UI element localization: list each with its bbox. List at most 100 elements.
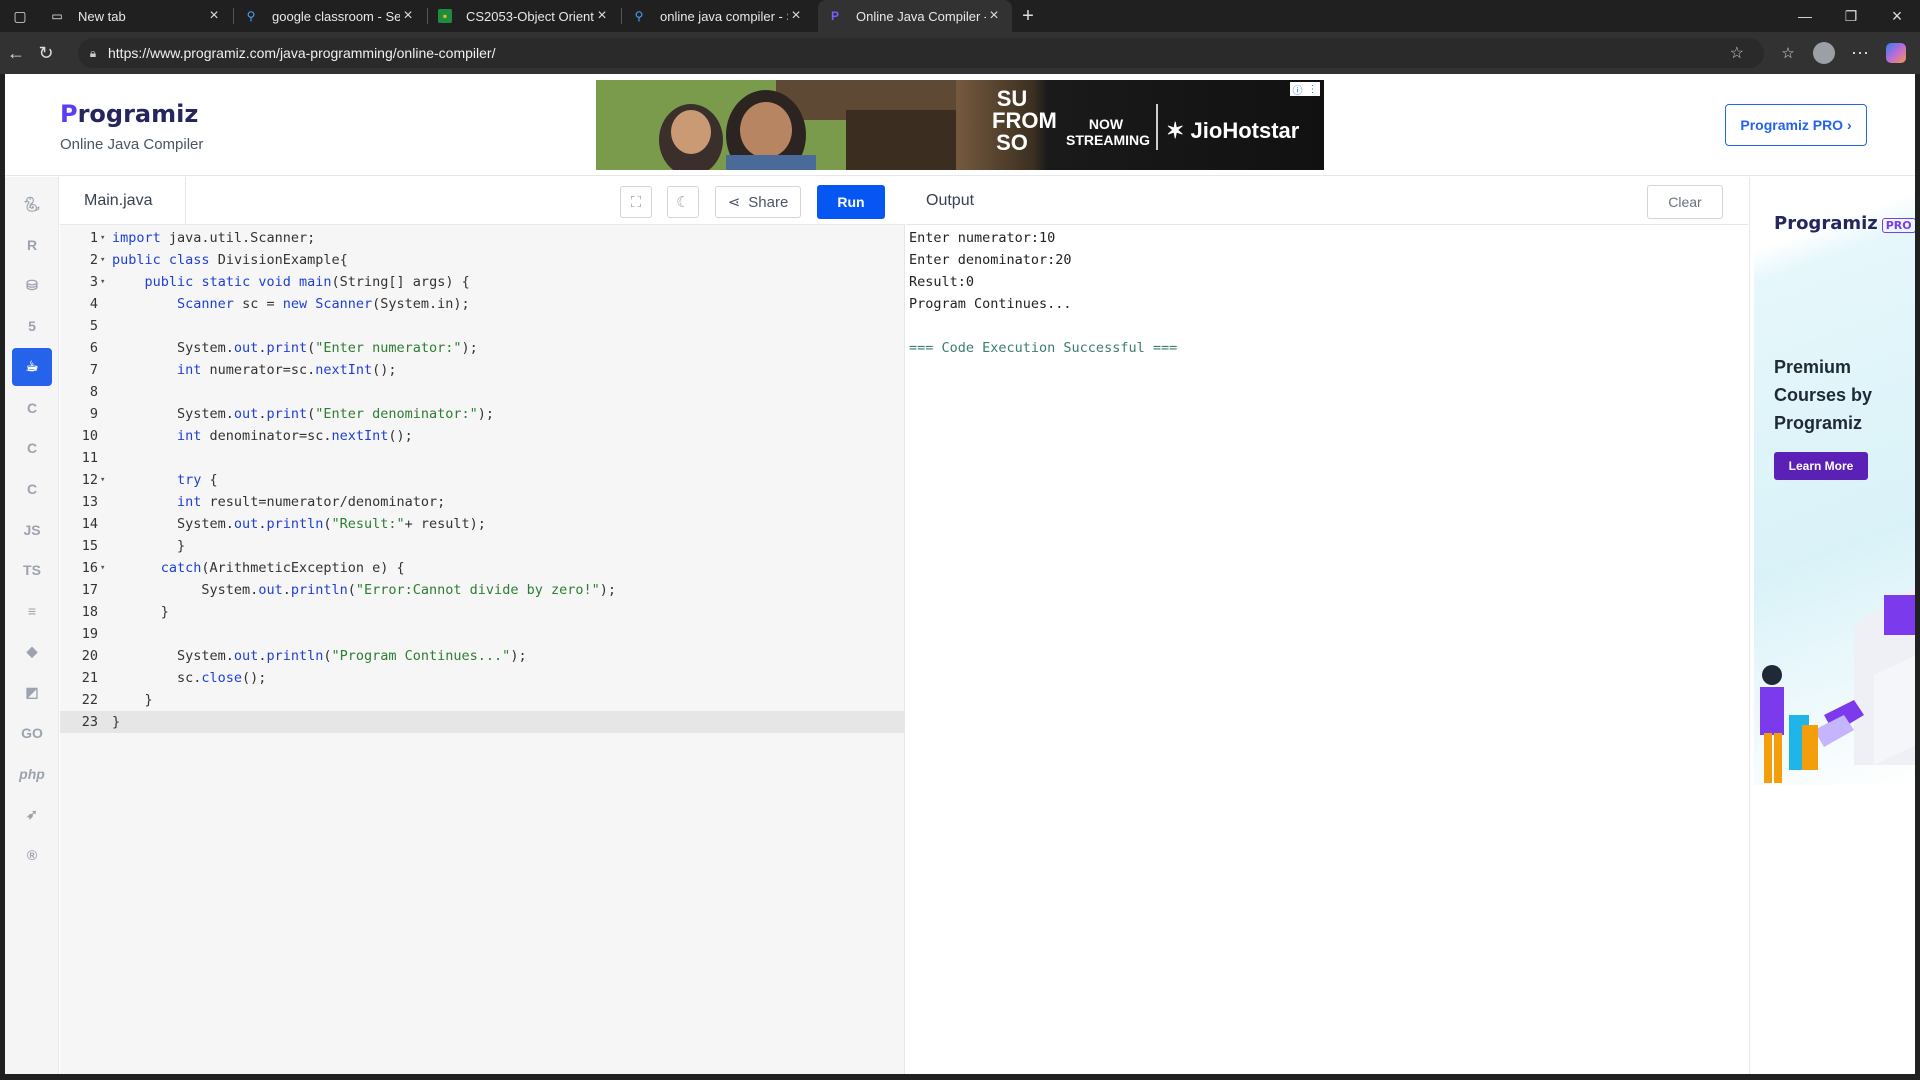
code-area[interactable]: 1 ▾ import java.util.Scanner; 2 ▾ public clas… [60, 227, 905, 733]
fold-toggle-icon[interactable]: ▾ [100, 249, 110, 271]
sidebar-lang-swift-bird[interactable]: ◆ [12, 633, 52, 671]
code-text[interactable]: Scanner sc = new Scanner(System.in); [112, 293, 470, 315]
favorites-icon[interactable]: ☆ [1774, 39, 1802, 67]
code-line[interactable]: 22 } [60, 689, 905, 711]
code-line[interactable]: 14 System.out.println("Result:"+ result)… [60, 513, 905, 535]
browser-tab[interactable]: ▭ New tab × [40, 0, 232, 32]
file-tab[interactable]: Main.java [60, 177, 186, 225]
code-text[interactable]: System.out.print("Enter numerator:"); [112, 337, 478, 359]
sidebar-lang-js[interactable]: JS [12, 511, 52, 549]
sidebar-lang-python[interactable]: 🐍︎ [12, 185, 52, 223]
fullscreen-icon[interactable]: ⛶ [620, 186, 652, 218]
sidebar-lang-go[interactable]: GO [12, 714, 52, 752]
minimize-icon[interactable]: — [1782, 0, 1828, 32]
new-tab-button[interactable]: + [1014, 0, 1042, 32]
side-ad-banner[interactable]: Programiz PRO Premium Courses by Programi… [1754, 185, 1915, 785]
code-text[interactable]: } [112, 535, 185, 557]
code-text[interactable]: System.out.println("Result:"+ result); [112, 513, 486, 535]
code-line[interactable]: 2 ▾ public class DivisionExample{ [60, 249, 905, 271]
browser-tab[interactable]: ⚲ online java compiler - Search × [622, 0, 814, 32]
code-text[interactable]: int result=numerator/denominator; [112, 491, 445, 513]
more-icon[interactable]: ⋯ [1846, 39, 1874, 67]
code-text[interactable]: catch(ArithmeticException e) { [112, 557, 405, 579]
fold-toggle-icon[interactable]: ▾ [100, 227, 110, 249]
programiz-logo[interactable]: Programiz [60, 100, 198, 128]
code-text[interactable]: try { [112, 469, 218, 491]
code-line[interactable]: 12 ▾ try { [60, 469, 905, 491]
fold-toggle-icon[interactable]: ▾ [100, 469, 110, 491]
favorite-star-icon[interactable]: ☆ [1730, 43, 1744, 63]
browser-tab[interactable]: ⚲ google classroom - Search × [234, 0, 426, 32]
code-text[interactable]: System.out.print("Enter denominator:"); [112, 403, 494, 425]
code-line[interactable]: 16 ▾ catch(ArithmeticException e) { [60, 557, 905, 579]
code-text[interactable]: public static void main(String[] args) { [112, 271, 470, 293]
code-text[interactable]: public class DivisionExample{ [112, 249, 348, 271]
sidebar-lang-csharp[interactable]: C [12, 470, 52, 508]
sidebar-lang-ts[interactable]: TS [12, 551, 52, 589]
close-tab-icon[interactable]: × [788, 7, 804, 25]
sidebar-lang-cpp[interactable]: C [12, 429, 52, 467]
code-line[interactable]: 19 [60, 623, 905, 645]
restore-icon[interactable]: ❐ [1828, 0, 1874, 32]
code-text[interactable]: } [112, 711, 120, 733]
copilot-icon[interactable] [1882, 39, 1910, 67]
code-line[interactable]: 4 Scanner sc = new Scanner(System.in); [60, 293, 905, 315]
close-tab-icon[interactable]: × [986, 7, 1002, 25]
sidebar-lang-scratch[interactable]: ◩ [12, 673, 52, 711]
close-tab-icon[interactable]: × [206, 7, 222, 25]
code-text[interactable]: int numerator=sc.nextInt(); [112, 359, 396, 381]
close-tab-icon[interactable]: × [594, 7, 610, 25]
code-line[interactable]: 15 } [60, 535, 905, 557]
code-line[interactable]: 8 [60, 381, 905, 403]
code-line[interactable]: 21 sc.close(); [60, 667, 905, 689]
code-line[interactable]: 10 int denominator=sc.nextInt(); [60, 425, 905, 447]
code-line[interactable]: 23} [60, 711, 905, 733]
code-text[interactable]: sc.close(); [112, 667, 266, 689]
code-text[interactable]: System.out.println("Error:Cannot divide … [112, 579, 616, 601]
dark-mode-icon[interactable]: ☾ [667, 186, 699, 218]
sidebar-lang-html[interactable]: 5 [12, 307, 52, 345]
side-ad[interactable]: Programiz PRO Premium Courses by Programi… [1749, 177, 1915, 1074]
run-button[interactable]: Run [817, 185, 885, 219]
logo-text[interactable]: Programiz [60, 100, 198, 128]
sidebar-lang-c[interactable]: C [12, 389, 52, 427]
address-bar[interactable]: 🔒︎ https://www.programiz.com/java-progra… [78, 38, 1764, 68]
code-text[interactable]: } [112, 689, 153, 711]
tab-actions-icon[interactable]: ▢ [0, 0, 40, 32]
code-line[interactable]: 7 int numerator=sc.nextInt(); [60, 359, 905, 381]
close-window-icon[interactable]: × [1874, 0, 1920, 32]
learn-more-button[interactable]: Learn More [1774, 452, 1868, 480]
code-text[interactable]: int denominator=sc.nextInt(); [112, 425, 413, 447]
share-button[interactable]: ⋖ Share [715, 186, 801, 218]
code-line[interactable]: 3 ▾ public static void main(String[] args… [60, 271, 905, 293]
code-line[interactable]: 6 System.out.print("Enter numerator:"); [60, 337, 905, 359]
code-line[interactable]: 18 } [60, 601, 905, 623]
sidebar-lang-rust[interactable]: ® [12, 836, 52, 874]
code-line[interactable]: 11 [60, 447, 905, 469]
clear-button[interactable]: Clear [1647, 185, 1723, 219]
browser-tab[interactable]: ▪ CS2053-Object Oriented Program × [428, 0, 620, 32]
code-line[interactable]: 9 System.out.print("Enter denominator:")… [60, 403, 905, 425]
code-text[interactable]: } [112, 601, 169, 623]
profile-avatar[interactable] [1810, 39, 1838, 67]
browser-tab-active[interactable]: P Online Java Compiler - Programiz × [818, 0, 1012, 32]
output-console[interactable]: Enter numerator:10 Enter denominator:20 Re… [909, 227, 1177, 359]
sidebar-lang-sql[interactable]: ⛁ [12, 266, 52, 304]
code-text[interactable]: import java.util.Scanner; [112, 227, 315, 249]
code-line[interactable]: 20 System.out.println("Program Continues… [60, 645, 905, 667]
reload-icon[interactable]: ↻ [32, 39, 60, 67]
code-line[interactable]: 5 [60, 315, 905, 337]
programiz-pro-button[interactable]: Programiz PRO › [1725, 104, 1867, 146]
code-line[interactable]: 13 int result=numerator/denominator; [60, 491, 905, 513]
sidebar-lang-stack[interactable]: ≡ [12, 592, 52, 630]
code-line[interactable]: 1 ▾ import java.util.Scanner; [60, 227, 905, 249]
fold-toggle-icon[interactable]: ▾ [100, 271, 110, 293]
sidebar-lang-swift[interactable]: ➶ [12, 796, 52, 834]
close-tab-icon[interactable]: × [400, 7, 416, 25]
ad-banner[interactable]: SU FROM SO NOW STREAMING ✶ JioHotstar ⓘ ⋮ [596, 80, 1324, 170]
code-line[interactable]: 17 System.out.println("Error:Cannot divi… [60, 579, 905, 601]
url-text[interactable]: https://www.programiz.com/java-programmi… [108, 45, 495, 61]
lock-icon[interactable]: 🔒︎ [78, 46, 108, 61]
fold-toggle-icon[interactable]: ▾ [100, 557, 110, 579]
sidebar-lang-r[interactable]: R [12, 226, 52, 264]
